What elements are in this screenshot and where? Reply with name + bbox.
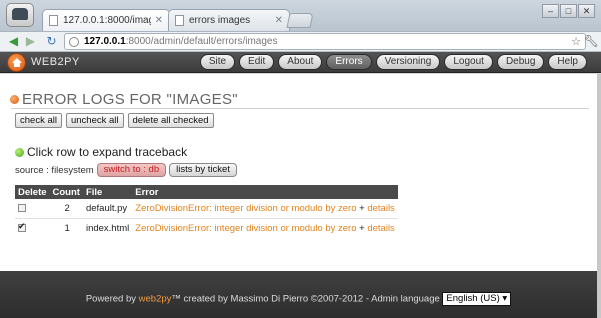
page-title: ERROR LOGS FOR "IMAGES" xyxy=(10,91,238,108)
menu-logout-button[interactable]: Logout xyxy=(444,54,493,70)
page-icon xyxy=(49,15,58,26)
plus-sign: + xyxy=(359,203,365,214)
browser-tab-errors[interactable]: errors images ✕ xyxy=(168,9,290,31)
language-select[interactable]: English (US) ▾ xyxy=(442,292,512,306)
green-bullet-icon xyxy=(15,147,24,157)
maximize-button[interactable]: □ xyxy=(560,4,577,18)
delete-cell xyxy=(15,199,50,218)
tab-close-icon[interactable]: ✕ xyxy=(155,15,163,26)
errors-table: Delete Count File Error 2 default.py Zer… xyxy=(15,185,398,238)
minimize-button[interactable]: – xyxy=(542,4,559,18)
menu-site-button[interactable]: Site xyxy=(199,54,236,70)
error-link[interactable]: ZeroDivisionError: integer division or m… xyxy=(135,223,356,234)
header-file: File xyxy=(82,185,133,199)
file-cell: index.html xyxy=(85,223,130,234)
check-all-button[interactable]: check all xyxy=(15,113,62,128)
page-edge xyxy=(597,74,601,318)
delete-cell xyxy=(15,219,50,238)
forward-arrow-icon[interactable]: ▶ xyxy=(23,34,38,49)
browser-logo-icon[interactable] xyxy=(6,3,34,27)
tab-label: 127.0.0.1:8000/images/def xyxy=(63,15,151,26)
page-icon xyxy=(175,15,184,26)
table-header-row: Delete Count File Error xyxy=(15,185,398,199)
menu-debug-button[interactable]: Debug xyxy=(496,54,545,70)
web2py-logo: WEB2PY xyxy=(31,56,80,68)
menu-about-button[interactable]: About xyxy=(278,54,323,70)
table-row[interactable]: 2 default.py ZeroDivisionError: integer … xyxy=(15,199,398,218)
browser-titlebar: 127.0.0.1:8000/images/def ✕ errors image… xyxy=(0,0,601,32)
window-controls: – □ ✕ xyxy=(542,4,595,18)
delete-checkbox[interactable] xyxy=(18,221,26,233)
browser-tab-images[interactable]: 127.0.0.1:8000/images/def ✕ xyxy=(42,9,170,31)
menu-versioning-button[interactable]: Versioning xyxy=(375,54,441,70)
wrench-icon[interactable]: 🔧︎ xyxy=(584,34,599,48)
reload-icon[interactable]: ↻ xyxy=(44,34,59,49)
globe-icon xyxy=(69,36,79,47)
error-link[interactable]: ZeroDivisionError: integer division or m… xyxy=(135,203,356,214)
lists-by-ticket-button[interactable]: lists by ticket xyxy=(169,163,237,177)
section-heading: Click row to expand traceback xyxy=(15,145,187,159)
error-cell: ZeroDivisionError: integer division or m… xyxy=(132,199,398,218)
web2py-link[interactable]: web2py xyxy=(139,294,172,305)
delete-all-checked-button[interactable]: delete all checked xyxy=(127,113,214,128)
bookmark-star-icon[interactable]: ☆ xyxy=(571,35,581,48)
menu-help-button[interactable]: Help xyxy=(548,54,587,70)
count-cell: 2 xyxy=(64,203,70,214)
tab-label: errors images xyxy=(189,15,251,26)
bulk-actions: check all uncheck all delete all checked xyxy=(15,113,214,128)
details-link[interactable]: details xyxy=(367,203,394,214)
header-error: Error xyxy=(132,185,398,199)
plus-sign: + xyxy=(359,223,365,234)
header-delete: Delete xyxy=(15,185,50,199)
table-row[interactable]: 1 index.html ZeroDivisionError: integer … xyxy=(15,219,398,238)
section-heading-text: Click row to expand traceback xyxy=(27,145,188,159)
uncheck-all-button[interactable]: uncheck all xyxy=(65,113,124,128)
title-divider xyxy=(11,108,589,109)
close-window-button[interactable]: ✕ xyxy=(578,4,595,18)
address-bar[interactable]: 127.0.0.1 :8000/admin/default/errors/ima… xyxy=(64,33,586,50)
home-icon[interactable] xyxy=(7,53,26,72)
details-link[interactable]: details xyxy=(367,223,394,234)
source-row: source : filesystem switch to : db lists… xyxy=(15,163,237,177)
address-host: 127.0.0.1 xyxy=(84,36,126,47)
source-label: source : filesystem xyxy=(15,164,94,176)
page-title-text: ERROR LOGS FOR "IMAGES" xyxy=(22,91,238,108)
file-cell: default.py xyxy=(85,203,128,214)
browser-toolbar: ◀ ▶ ↻ 127.0.0.1 :8000/admin/default/erro… xyxy=(0,31,601,52)
switch-to-db-button[interactable]: switch to : db xyxy=(96,163,167,177)
main-menu: Site Edit About Errors Versioning Logout… xyxy=(199,54,587,70)
error-cell: ZeroDivisionError: integer division or m… xyxy=(132,219,398,238)
app-header: WEB2PY Site Edit About Errors Versioning… xyxy=(0,52,601,73)
orange-bullet-icon xyxy=(10,95,19,104)
menu-edit-button[interactable]: Edit xyxy=(239,54,275,70)
footer-text: Powered by web2py™ created by Massimo Di… xyxy=(0,292,597,306)
new-tab-button[interactable] xyxy=(286,13,314,28)
address-path: :8000/admin/default/errors/images xyxy=(125,36,278,47)
delete-checkbox[interactable] xyxy=(18,204,26,213)
menu-errors-button[interactable]: Errors xyxy=(326,54,372,70)
page-footer: Powered by web2py™ created by Massimo Di… xyxy=(0,271,597,318)
tab-close-icon[interactable]: ✕ xyxy=(275,15,283,26)
header-count: Count xyxy=(49,185,83,199)
footer-powered-by: Powered by xyxy=(85,293,136,305)
count-cell: 1 xyxy=(64,223,70,234)
page-content: ERROR LOGS FOR "IMAGES" check all unchec… xyxy=(0,74,597,271)
footer-credit: ™ created by Massimo Di Pierro ©2007-201… xyxy=(171,293,440,305)
back-arrow-icon[interactable]: ◀ xyxy=(6,34,21,49)
